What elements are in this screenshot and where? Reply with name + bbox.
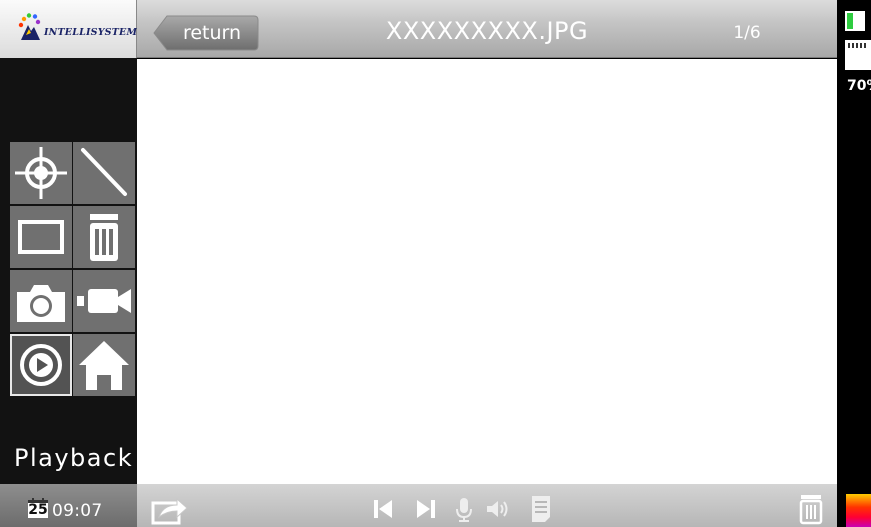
home-icon bbox=[79, 341, 129, 390]
next-icon[interactable] bbox=[415, 498, 437, 520]
share-icon[interactable] bbox=[151, 495, 189, 525]
logo: INTELLISYSTEM bbox=[0, 0, 137, 58]
mode-label: Playback bbox=[14, 444, 134, 472]
trash-icon[interactable] bbox=[798, 493, 824, 525]
clock-time: 09:07 bbox=[52, 501, 103, 521]
status-strip: 70% bbox=[837, 0, 871, 527]
camera-tool[interactable] bbox=[10, 270, 72, 332]
color-palette-swatch[interactable] bbox=[846, 494, 871, 527]
playback-tool[interactable] bbox=[10, 334, 72, 396]
crosshair-icon bbox=[15, 147, 67, 199]
return-button[interactable]: return bbox=[153, 15, 259, 51]
datetime-panel: 25 09:07 bbox=[0, 484, 137, 527]
crosshair-spot-tool[interactable] bbox=[10, 142, 72, 204]
trash-icon bbox=[90, 214, 118, 261]
return-button-label: return bbox=[182, 22, 242, 44]
rectangle-icon bbox=[18, 220, 64, 254]
camera-icon bbox=[17, 285, 65, 322]
home-tool[interactable] bbox=[73, 334, 135, 396]
battery-icon bbox=[845, 11, 865, 31]
top-bar: return XXXXXXXXX.JPG 1/6 bbox=[137, 0, 837, 58]
logo-text: INTELLISYSTEM bbox=[44, 27, 138, 38]
play-circle-icon bbox=[20, 344, 62, 386]
bottom-toolbar: 25 09:07 bbox=[0, 484, 837, 527]
video-camera-icon bbox=[77, 289, 131, 313]
file-name-title: XXXXXXXXX.JPG bbox=[385, 17, 589, 45]
video-tool[interactable] bbox=[73, 270, 135, 332]
speaker-icon[interactable] bbox=[485, 498, 511, 520]
page-counter: 1/6 bbox=[733, 23, 761, 43]
delete-tool[interactable] bbox=[73, 206, 135, 268]
microphone-icon[interactable] bbox=[455, 497, 473, 523]
line-tool[interactable] bbox=[73, 142, 135, 204]
sd-card-icon bbox=[845, 40, 871, 70]
tool-sidebar: Playback bbox=[0, 58, 137, 484]
diagonal-line-icon bbox=[81, 148, 127, 196]
previous-icon[interactable] bbox=[372, 498, 394, 520]
date-day: 25 bbox=[28, 502, 48, 518]
document-icon[interactable] bbox=[530, 495, 552, 523]
area-box-tool[interactable] bbox=[10, 206, 72, 268]
logo-mark-icon bbox=[18, 13, 41, 40]
image-viewer[interactable] bbox=[137, 59, 837, 484]
storage-percent: 70% bbox=[847, 78, 871, 94]
